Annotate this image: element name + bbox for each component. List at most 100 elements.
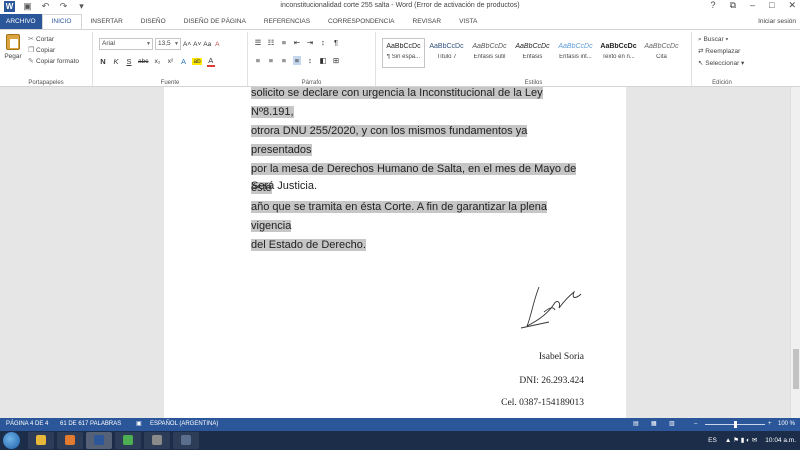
start-button[interactable] xyxy=(3,432,20,449)
style-sample: AaBbCcDc xyxy=(386,43,421,50)
taskbar-app-media[interactable] xyxy=(57,432,83,449)
bold-button[interactable]: N xyxy=(99,57,107,66)
style-no-spacing[interactable]: AaBbCcDc ¶ Sin espa... xyxy=(382,38,425,68)
zoom-slider-knob[interactable] xyxy=(733,421,737,428)
text-line[interactable]: del Estado de Derecho. xyxy=(251,239,366,251)
copy-icon: ❐ xyxy=(28,47,35,54)
clear-format-button[interactable]: A xyxy=(213,41,221,48)
text-line[interactable]: solicito se declare con urgencia la Inco… xyxy=(251,87,543,118)
tray-icons[interactable]: ▲ ⚑ ▮ ◐ ✉ xyxy=(725,431,757,450)
find-button[interactable]: ⌕ Buscar ▾ xyxy=(698,34,744,46)
tab-insertar[interactable]: INSERTAR xyxy=(82,14,132,29)
font-color-button[interactable]: A xyxy=(206,56,215,67)
change-case-button[interactable]: Aa xyxy=(203,41,211,48)
closing-phrase[interactable]: Será Justicia. xyxy=(251,180,317,192)
zoom-level[interactable]: 100 % xyxy=(778,418,795,431)
align-right-button[interactable]: ≡ xyxy=(280,56,288,65)
signer-name[interactable]: Isabel Soria xyxy=(539,352,584,362)
justify-button[interactable]: ≡ xyxy=(293,56,301,65)
numbering-button[interactable]: ☷ xyxy=(267,38,275,47)
taskbar-app-app5[interactable] xyxy=(144,432,170,449)
language-indicator[interactable]: ESPAÑOL (ARGENTINA) xyxy=(150,418,218,431)
editing-actions: ⌕ Buscar ▾ ⇄ Reemplazar ↖ Seleccionar ▾ xyxy=(698,34,744,70)
select-button[interactable]: ↖ Seleccionar ▾ xyxy=(698,58,744,70)
taskbar-app-chrome[interactable] xyxy=(115,432,141,449)
font-name-select[interactable]: Arial ▼ xyxy=(99,38,153,50)
word-count[interactable]: 61 DE 617 PALABRAS xyxy=(60,418,121,431)
font-row-bottom: N K S abc x₂ x² A ab A xyxy=(99,56,215,67)
page-count[interactable]: PÁGINA 4 DE 4 xyxy=(6,418,48,431)
bullets-button[interactable]: ☰ xyxy=(254,38,262,47)
show-formatting-button[interactable]: ¶ xyxy=(332,38,340,47)
grow-font-button[interactable]: A˄ xyxy=(183,41,191,48)
increase-indent-button[interactable]: ⇥ xyxy=(306,38,314,47)
align-center-button[interactable]: ≡ xyxy=(267,56,275,65)
input-language[interactable]: ES xyxy=(708,431,717,450)
proofing-icon[interactable]: ▣ xyxy=(136,418,142,431)
style-enfasis-intenso[interactable]: AaBbCcDc Énfasis int... xyxy=(554,38,597,68)
ribbon-display-button[interactable]: ⧉ xyxy=(730,0,736,11)
align-left-button[interactable]: ≡ xyxy=(254,56,262,65)
zoom-in-icon[interactable]: + xyxy=(768,418,772,431)
underline-button[interactable]: S xyxy=(125,57,133,66)
italic-button[interactable]: K xyxy=(112,57,120,66)
tab-vista[interactable]: VISTA xyxy=(450,14,486,29)
tab-inicio[interactable]: INICIO xyxy=(41,14,82,29)
signer-phone[interactable]: Cel. 0387-154189013 xyxy=(501,398,584,408)
print-layout-icon[interactable]: ▦ xyxy=(651,418,657,431)
font-size-select[interactable]: 13,5 ▼ xyxy=(155,38,181,50)
text-line[interactable]: año que se tramita en ésta Corte. A fin … xyxy=(251,201,547,232)
style-cita[interactable]: AaBbCcDc Cita xyxy=(640,38,683,68)
style-texto-negrita[interactable]: AaBbCcDc Texto en n... xyxy=(597,38,640,68)
tab-correspondencia[interactable]: CORRESPONDENCIA xyxy=(319,14,403,29)
highlight-button[interactable]: ab xyxy=(192,58,202,65)
copy-button[interactable]: ❐ Copiar xyxy=(28,45,79,56)
replace-button[interactable]: ⇄ Reemplazar xyxy=(698,46,744,58)
paragraph-row-bottom: ≡ ≡ ≡ ≡ ↕ ◧ ⊞ xyxy=(254,56,340,65)
cut-button[interactable]: ✂ Cortar xyxy=(28,34,79,45)
zoom-slider[interactable] xyxy=(705,421,765,428)
tab-diseno-pagina[interactable]: DISEÑO DE PÁGINA xyxy=(175,14,255,29)
selected-paragraph[interactable]: solicito se declare con urgencia la Inco… xyxy=(251,87,586,255)
shading-button[interactable]: ◧ xyxy=(319,56,327,65)
tab-diseno[interactable]: DISEÑO xyxy=(132,14,175,29)
style-enfasis[interactable]: AaBbCcDc Énfasis xyxy=(511,38,554,68)
taskbar-app-app6[interactable] xyxy=(173,432,199,449)
superscript-button[interactable]: x² xyxy=(166,58,174,65)
format-painter-button[interactable]: ✎ Copiar formato xyxy=(28,56,79,67)
text-line[interactable]: otrora DNU 255/2020, y con los mismos fu… xyxy=(251,125,528,156)
signer-dni[interactable]: DNI: 26.293.424 xyxy=(519,376,584,386)
multilevel-list-button[interactable]: ≡ xyxy=(280,38,288,47)
tab-referencias[interactable]: REFERENCIAS xyxy=(255,14,319,29)
subscript-button[interactable]: x₂ xyxy=(153,58,161,65)
document-area[interactable]: solicito se declare con urgencia la Inco… xyxy=(0,87,790,418)
style-sample: AaBbCcDc xyxy=(515,43,550,50)
borders-button[interactable]: ⊞ xyxy=(332,56,340,65)
scrollbar-thumb[interactable] xyxy=(793,349,799,389)
style-enfasis-sutil[interactable]: AaBbCcDc Énfasis sutil xyxy=(468,38,511,68)
strikethrough-button[interactable]: abc xyxy=(138,58,148,65)
document-page[interactable]: solicito se declare con urgencia la Inco… xyxy=(164,87,626,418)
zoom-out-icon[interactable]: – xyxy=(694,418,697,431)
taskbar-app-word[interactable] xyxy=(86,432,112,449)
line-spacing-button[interactable]: ↕ xyxy=(306,56,314,65)
taskbar-app-explorer[interactable] xyxy=(28,432,54,449)
close-button[interactable]: ✕ xyxy=(788,0,796,11)
sort-button[interactable]: ↕ xyxy=(319,38,327,47)
minimize-button[interactable]: – xyxy=(750,0,755,11)
style-titulo-7[interactable]: AaBbCcDc Título 7 xyxy=(425,38,468,68)
paste-button[interactable]: Pegar xyxy=(4,34,22,60)
sign-in-link[interactable]: Iniciar sesión xyxy=(758,14,796,29)
tab-archivo[interactable]: ARCHIVO xyxy=(0,14,42,29)
clock[interactable]: 10:04 a.m. xyxy=(765,431,796,450)
text-effects-button[interactable]: A xyxy=(179,57,187,66)
style-name: Énfasis xyxy=(522,54,543,60)
read-mode-icon[interactable]: ▤ xyxy=(633,418,639,431)
decrease-indent-button[interactable]: ⇤ xyxy=(293,38,301,47)
maximize-button[interactable]: □ xyxy=(769,0,774,11)
vertical-scrollbar[interactable] xyxy=(790,87,800,418)
tab-revisar[interactable]: REVISAR xyxy=(404,14,451,29)
web-layout-icon[interactable]: ▥ xyxy=(669,418,675,431)
shrink-font-button[interactable]: A˅ xyxy=(193,41,201,48)
help-button[interactable]: ? xyxy=(711,0,716,11)
